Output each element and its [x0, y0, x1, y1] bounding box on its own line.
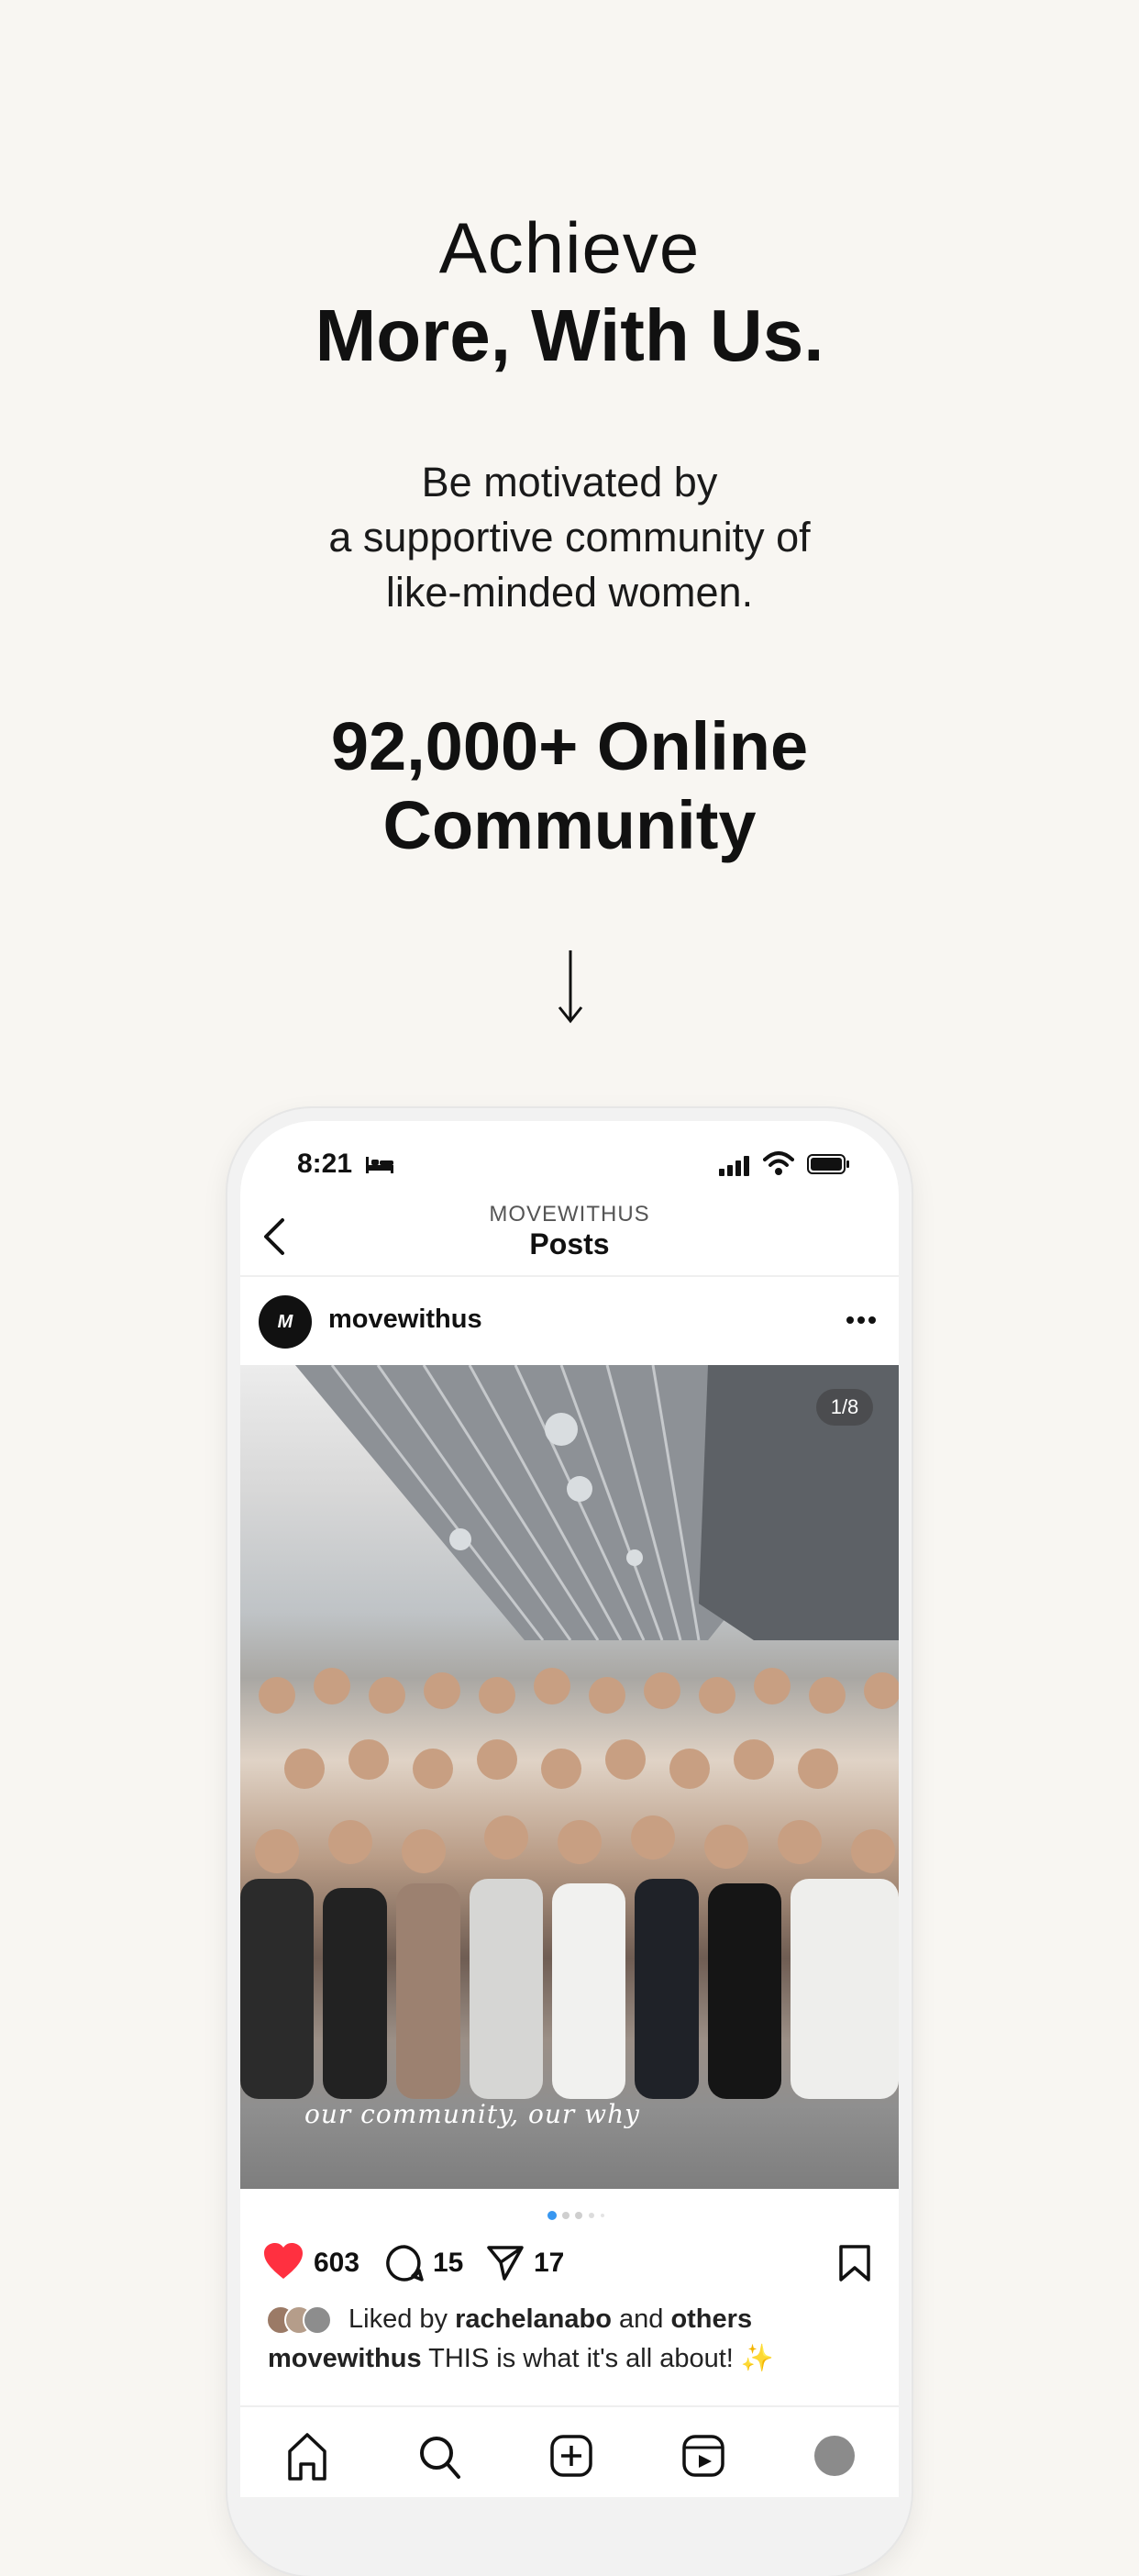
image-caption-overlay: our community, our why: [304, 2099, 640, 2129]
canopy-illustration: [295, 1365, 899, 1640]
liked-by-user[interactable]: rachelanabo: [455, 2304, 612, 2334]
wifi-icon: [763, 1151, 794, 1175]
post-caption: movewithus THIS is what it's all about! …: [268, 2343, 774, 2374]
comments-count[interactable]: 15: [433, 2248, 463, 2279]
home-icon[interactable]: [288, 2433, 326, 2481]
reels-icon[interactable]: [682, 2435, 724, 2477]
avatar[interactable]: M: [259, 1295, 312, 1349]
heart-icon[interactable]: [262, 2242, 304, 2281]
tab-bar: [288, 2433, 855, 2481]
divider: [240, 2405, 899, 2407]
profile-icon[interactable]: [814, 2436, 855, 2476]
create-icon[interactable]: [550, 2435, 592, 2477]
crowd-illustration: [240, 1668, 899, 2099]
comment-icon[interactable]: [385, 2244, 424, 2282]
headline-line-2: More, With Us.: [315, 294, 824, 376]
divider: [240, 1275, 899, 1277]
community-count-line-2: Community: [382, 787, 757, 863]
liked-by-others[interactable]: others: [670, 2304, 752, 2334]
liked-by-prefix: Liked by: [348, 2304, 448, 2334]
post-photo[interactable]: 1/8 our community, our why: [240, 1365, 899, 2189]
down-arrow-icon: [558, 950, 583, 1024]
status-time: 8:21: [297, 1149, 353, 1179]
phone-screen: 8:21 MOVEWITHUS Posts M movewithus 1/8 o…: [240, 1121, 899, 2497]
bookmark-icon[interactable]: [838, 2244, 871, 2282]
search-icon[interactable]: [420, 2437, 460, 2479]
more-icon[interactable]: [846, 1316, 877, 1325]
shares-count[interactable]: 17: [534, 2248, 564, 2279]
share-icon[interactable]: [486, 2244, 525, 2282]
caption-username[interactable]: movewithus: [268, 2344, 422, 2373]
caption-text: THIS is what it's all about! ✨: [428, 2344, 775, 2373]
liked-by-avatars: [266, 2305, 332, 2335]
post-username[interactable]: movewithus: [328, 1305, 482, 1335]
liked-by-and: and: [618, 2304, 664, 2334]
headline-line-1: Achieve: [438, 207, 701, 288]
profile-handle-caps: MOVEWITHUS: [489, 1202, 650, 1227]
subtext-line-1: Be motivated by: [421, 459, 718, 505]
subtext-line-2: a supportive community of: [328, 514, 811, 561]
liked-by-text: Liked by rachelanabo and others: [348, 2304, 752, 2335]
battery-icon: [807, 1154, 849, 1174]
bed-icon: [366, 1157, 393, 1173]
likes-count[interactable]: 603: [314, 2248, 359, 2279]
carousel-dots: [547, 2211, 604, 2220]
page-title: Posts: [529, 1227, 610, 1260]
image-counter-badge: 1/8: [816, 1389, 873, 1426]
subtext-line-3: like-minded women.: [385, 569, 754, 616]
signal-icon: [719, 1156, 749, 1176]
community-count-line-1: 92,000+ Online: [330, 708, 809, 784]
